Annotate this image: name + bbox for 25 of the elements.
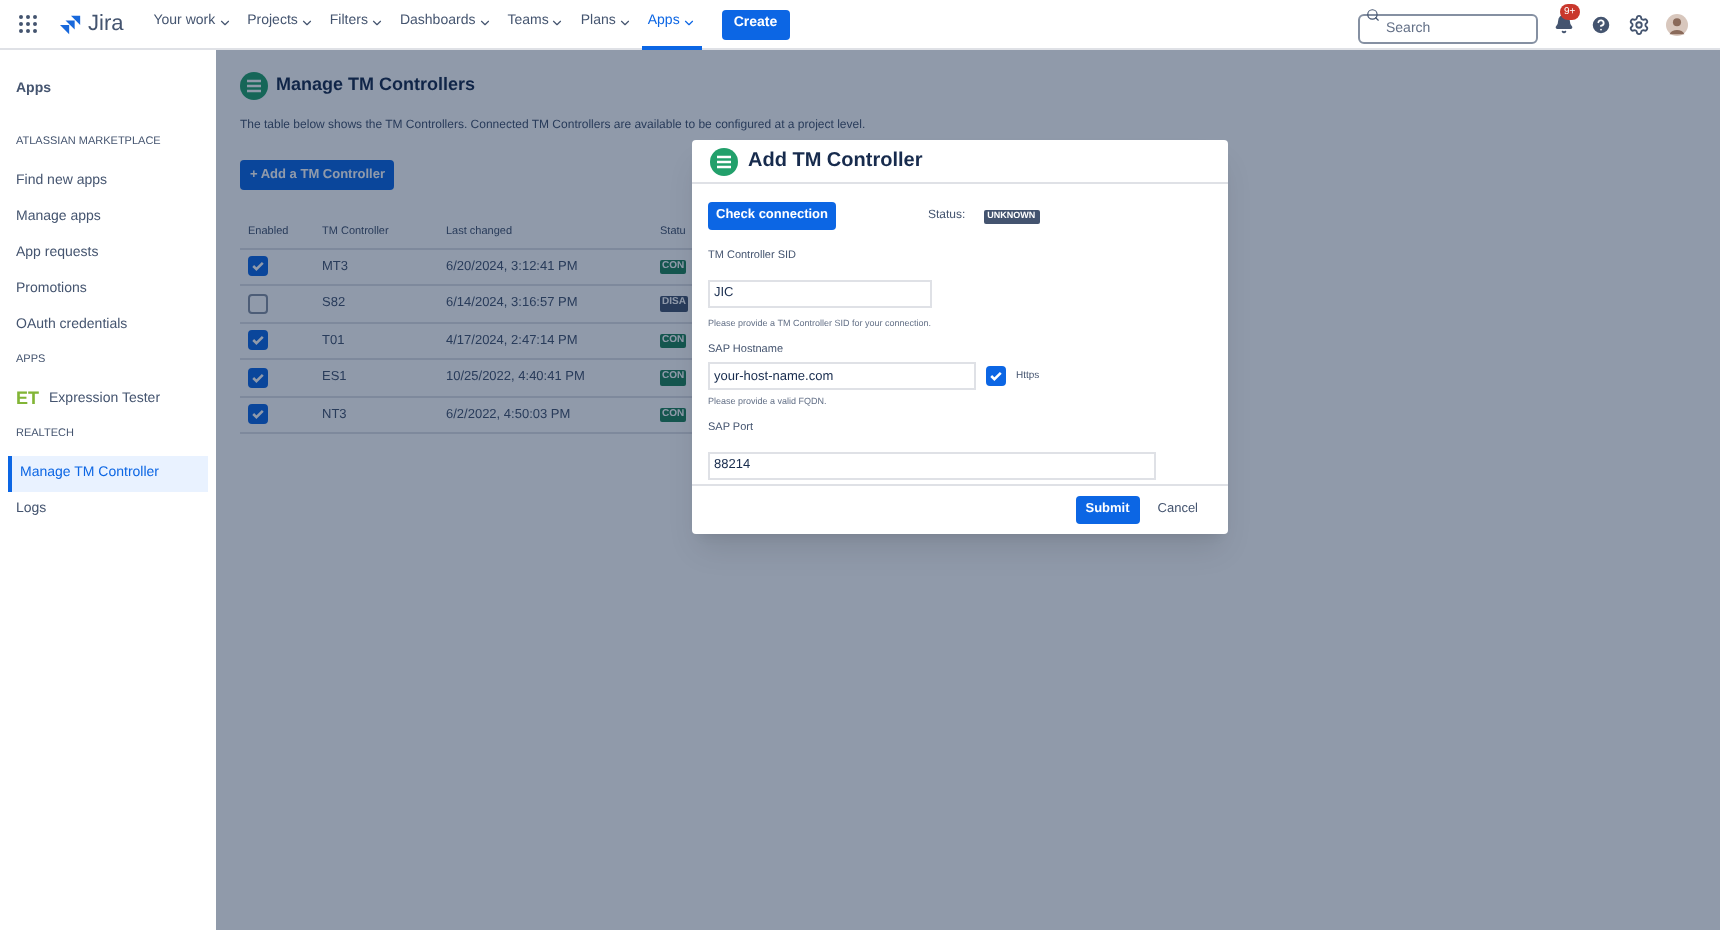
search-icon: [1366, 8, 1380, 22]
jira-logo-icon: [60, 13, 82, 35]
list-logo-icon: [710, 147, 738, 176]
page-title: Manage TM Controllers: [276, 72, 476, 99]
avatar-icon[interactable]: [1666, 13, 1688, 35]
dialog-title: Add TM Controller: [748, 148, 923, 177]
checkbox[interactable]: [248, 367, 268, 388]
chevron-down-icon: [477, 15, 492, 29]
chevron-down-icon: [681, 15, 696, 29]
checkbox[interactable]: [248, 293, 268, 314]
checkbox[interactable]: [986, 366, 1006, 387]
chevron-down-icon: [617, 15, 632, 29]
app-logo-icon: ET: [16, 386, 40, 414]
checkbox[interactable]: [248, 404, 268, 425]
checkbox[interactable]: [248, 256, 268, 277]
app-switcher-icon[interactable]: [16, 12, 40, 36]
chevron-down-icon: [369, 15, 384, 29]
settings-icon[interactable]: [1628, 13, 1650, 35]
help-icon[interactable]: [1590, 13, 1612, 35]
chevron-down-icon: [550, 15, 565, 29]
chevron-down-icon: [299, 15, 314, 29]
chevron-down-icon: [217, 15, 232, 29]
checkbox[interactable]: [248, 330, 268, 351]
product-name[interactable]: Jira: [88, 7, 124, 41]
list-logo-icon: [240, 72, 268, 100]
